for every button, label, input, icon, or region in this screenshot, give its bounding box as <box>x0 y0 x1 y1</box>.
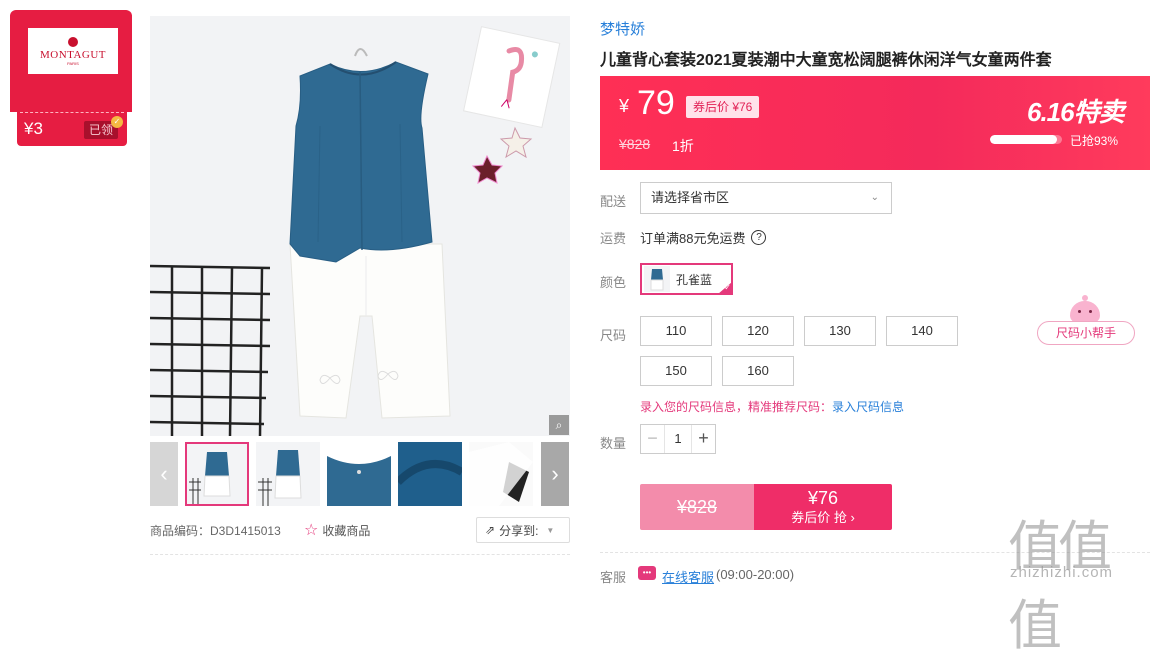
sku-label: 商品编码： <box>150 524 211 538</box>
favorite-button[interactable]: ☆ 收藏商品 <box>304 520 370 540</box>
color-label: 颜色 <box>600 275 627 290</box>
buy-original-price: ¥828 <box>640 484 754 530</box>
coupon-divider <box>20 112 124 113</box>
favorite-label: 收藏商品 <box>322 523 371 538</box>
thumbnail-1[interactable] <box>185 442 249 506</box>
online-service-link[interactable]: 在线客服 <box>662 567 714 586</box>
logo-text: MONTAGUT <box>39 48 107 61</box>
zoom-icon[interactable]: ⌕ <box>549 415 569 435</box>
size-option-140[interactable]: 140 <box>886 316 958 346</box>
service-label: 客服 <box>600 570 627 585</box>
buy-coupon-price[interactable]: ¥76 券后价 抢 › <box>754 484 892 530</box>
thumbnail-2[interactable] <box>256 442 320 506</box>
size-option-130[interactable]: 130 <box>804 316 876 346</box>
delivery-label: 配送 <box>600 194 627 209</box>
decrease-button[interactable]: − <box>641 425 665 453</box>
coupon-amount: ¥3 <box>24 119 43 138</box>
share-button[interactable]: ⇗ 分享到: ▼ <box>476 517 570 543</box>
logo-subtext: PARIS <box>67 60 79 66</box>
current-price: 79 <box>637 84 675 122</box>
watermark-logo: 值值值 <box>1008 515 1112 657</box>
buy-price: ¥76 <box>807 488 839 508</box>
size-option-110[interactable]: 110 <box>640 316 712 346</box>
service-hours: (09:00-20:00) <box>716 567 795 582</box>
region-select[interactable]: 请选择省市区 ⌄ <box>640 182 892 214</box>
enter-size-link[interactable]: 录入尺码信息 <box>832 400 904 414</box>
size-option-150[interactable]: 150 <box>640 356 712 386</box>
size-option-120[interactable]: 120 <box>722 316 794 346</box>
sku-info: 商品编码：D3D1415013 <box>150 522 281 539</box>
sold-progress-fill <box>990 135 1057 144</box>
product-title: 儿童背心套装2021夏装潮中大童宽松阔腿裤休闲洋气女童两件套 <box>600 52 1052 69</box>
original-price: ¥828 <box>619 136 651 152</box>
buy-button[interactable]: ¥828 ¥76 券后价 抢 › <box>640 484 892 530</box>
size-tip: 录入您的尺码信息，精准推荐尺码：录入尺码信息 <box>640 398 904 415</box>
watermark-url: zhizhizhi.com <box>1010 564 1114 581</box>
after-coupon-price: 券后价 ¥76 <box>686 96 760 118</box>
selected-check-icon: ✓ <box>718 282 732 294</box>
size-label: 尺码 <box>600 328 627 343</box>
chevron-down-icon: ⌄ <box>870 192 879 203</box>
shipping-label: 运费 <box>600 231 627 246</box>
thumbnail-4[interactable] <box>398 442 462 506</box>
shipping-text: 订单满88元免运费 <box>640 231 746 246</box>
divider <box>150 554 570 555</box>
share-label: 分享到: <box>499 523 539 538</box>
currency-symbol: ¥ <box>619 96 630 116</box>
share-icon: ⇗ <box>485 523 496 537</box>
color-name: 孔雀蓝 <box>676 272 713 287</box>
helper-mascot-icon <box>1070 295 1100 323</box>
discount-label: 1折 <box>672 138 694 154</box>
main-product-image[interactable] <box>150 16 570 436</box>
quantity-input[interactable]: 1 <box>665 425 691 453</box>
sold-percentage: 已抢93% <box>1070 134 1119 148</box>
caret-down-icon: ▼ <box>546 525 555 535</box>
region-placeholder: 请选择省市区 <box>651 190 730 205</box>
buy-action-label: 券后价 抢 › <box>791 510 855 525</box>
brand-logo: MONTAGUT PARIS <box>28 28 118 74</box>
thumbnail-3[interactable] <box>327 442 391 506</box>
check-icon: ✓ <box>111 116 123 128</box>
help-icon[interactable]: ? <box>751 230 767 245</box>
color-option-selected[interactable]: 孔雀蓝 ✓ <box>640 263 733 295</box>
increase-button[interactable]: + <box>691 425 715 453</box>
quantity-stepper: − 1 + <box>640 424 716 454</box>
size-tip-text: 录入您的尺码信息，精准推荐尺码： <box>640 400 833 414</box>
chat-icon: ••• <box>638 566 656 580</box>
star-icon: ☆ <box>304 522 319 539</box>
size-option-160[interactable]: 160 <box>722 356 794 386</box>
thumb-next-button[interactable]: › <box>541 442 569 506</box>
quantity-label: 数量 <box>600 436 627 451</box>
shipping-info: 订单满88元免运费? <box>640 228 767 247</box>
sku-value: D3D1415013 <box>210 524 281 538</box>
promo-title: 6.16特卖 <box>1027 97 1125 127</box>
thumb-prev-button[interactable]: ‹ <box>150 442 178 506</box>
logo-emblem-icon <box>68 36 78 47</box>
thumbnail-5[interactable] <box>469 442 533 506</box>
watermark: 值值值 zhizhizhi.com <box>1006 502 1150 657</box>
color-swatch <box>644 266 670 292</box>
size-helper-button[interactable]: 尺码小帮手 <box>1037 321 1135 345</box>
brand-link[interactable]: 梦特娇 <box>600 18 645 39</box>
sold-progress-bar <box>990 135 1062 144</box>
